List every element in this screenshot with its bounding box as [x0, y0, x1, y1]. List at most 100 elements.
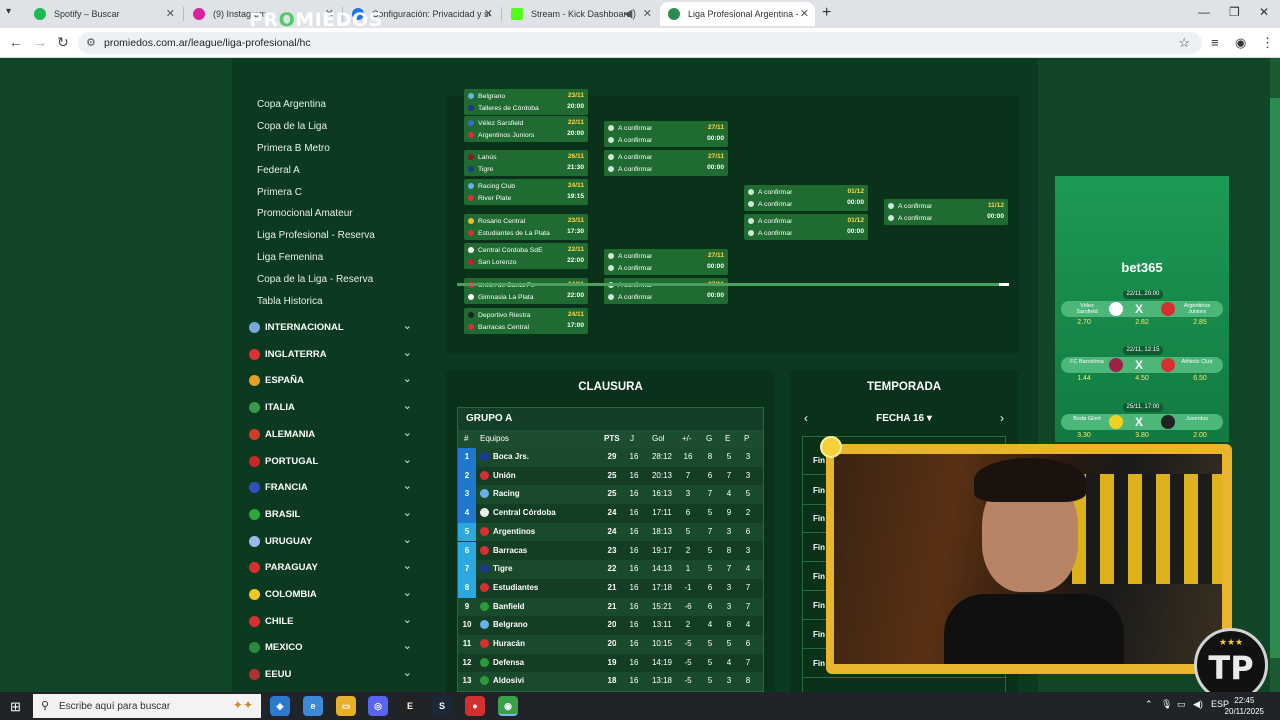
team-name[interactable]: Estudiantes	[493, 583, 538, 592]
sidebar-link[interactable]: Federal A	[257, 165, 375, 187]
sidebar-link[interactable]: Liga Profesional - Reserva	[257, 230, 375, 252]
back-icon[interactable]: ←	[9, 34, 23, 50]
microphone-icon[interactable]: 🎙	[1161, 699, 1172, 710]
country-item[interactable]: INGLATERRA ⌄	[249, 346, 412, 366]
team-name[interactable]: Defensa	[493, 658, 524, 667]
forward-icon[interactable]: →	[33, 34, 47, 50]
bracket-match[interactable]: A confirmarA confirmar27/1100:00	[604, 249, 728, 275]
odd-away[interactable]: 6.50	[1185, 375, 1215, 382]
close-window-icon[interactable]: ✕	[1259, 5, 1269, 19]
team-name[interactable]: Central Córdoba	[493, 508, 556, 517]
reload-icon[interactable]: ↻	[57, 34, 69, 51]
team-name[interactable]: Argentinos	[493, 527, 535, 536]
menu-icon[interactable]: ⋮	[1261, 35, 1274, 51]
file-explorer-icon[interactable]: ▭	[336, 696, 356, 716]
table-row[interactable]: 4 Central Córdoba 24 16 17:11 6 5 9 2	[458, 504, 763, 523]
tab-search-button[interactable]: ▾	[6, 6, 11, 17]
discord-icon[interactable]: ◎	[368, 696, 388, 716]
country-item[interactable]: INTERNACIONAL ⌄	[249, 319, 412, 339]
chevron-right-icon[interactable]: ›	[1000, 411, 1004, 425]
site-logo[interactable]: PROMIEDOS	[249, 9, 383, 31]
sidebar-link[interactable]: Copa de la Liga	[257, 121, 375, 143]
chevron-down-icon[interactable]: ⌄	[403, 426, 412, 439]
chevron-down-icon[interactable]: ⌄	[403, 319, 412, 332]
odds-card[interactable]: 22/11, 12:15 FC Barcelona X Athletic Club 1.…	[1061, 346, 1223, 386]
chrome-icon[interactable]: ◉	[498, 696, 518, 716]
odds-card[interactable]: 25/11, 17:00 Bodø Glimt X Juventus 3.30 3.80 2…	[1061, 403, 1223, 443]
team-name[interactable]: Banfield	[493, 602, 525, 611]
bracket-match[interactable]: Lanús Tigre 26/11 21:30	[464, 150, 588, 176]
chevron-down-icon[interactable]: ⌄	[403, 559, 412, 572]
country-item[interactable]: COLOMBIA ⌄	[249, 586, 412, 606]
team-name[interactable]: Unión	[493, 471, 516, 480]
chevron-down-icon[interactable]: ⌄	[403, 453, 412, 466]
close-tab-icon[interactable]: ✕	[166, 7, 175, 20]
table-row[interactable]: 5 Argentinos 24 16 18:13 5 7 3 6	[458, 522, 763, 542]
odd-away[interactable]: 2.85	[1185, 319, 1215, 326]
bracket-match[interactable]: Belgrano Talleres de Córdoba 23/11 20:00	[464, 89, 588, 115]
chevron-down-icon[interactable]: ⌄	[403, 372, 412, 385]
steam-icon[interactable]: S	[432, 696, 452, 716]
chevron-down-icon[interactable]: ⌄	[403, 479, 412, 492]
scrollbar[interactable]	[1270, 58, 1280, 692]
bracket-match[interactable]: Deportivo Riestra Barracas Central 24/11 17…	[464, 308, 588, 334]
country-item[interactable]: EEUU ⌄	[249, 666, 412, 686]
team-name[interactable]: Racing	[493, 489, 520, 498]
scrollbar-thumb[interactable]	[1270, 98, 1280, 658]
minimize-icon[interactable]: —	[1198, 5, 1210, 19]
profile-icon[interactable]: ◉	[1235, 35, 1246, 51]
sidebar-link[interactable]: Copa Argentina	[257, 99, 375, 121]
restore-icon[interactable]: ❐	[1229, 5, 1240, 19]
bookmark-star-icon[interactable]: ☆	[1178, 35, 1190, 51]
chevron-down-icon[interactable]: ⌄	[403, 533, 412, 546]
bracket-match[interactable]: A confirmarA confirmar27/1100:00	[604, 150, 728, 176]
country-item[interactable]: BRASIL ⌄	[249, 506, 412, 526]
chevron-up-icon[interactable]: ⌃	[1145, 699, 1153, 710]
volume-icon[interactable]: ◀)	[1193, 699, 1203, 710]
bet365-ad[interactable]: bet365 22/11, 20:00 Vélez Sarsfield X Argen…	[1055, 176, 1229, 442]
close-tab-icon[interactable]: ✕	[484, 7, 493, 20]
bracket-match[interactable]: Vélez Sarsfield Argentinos Juniors 22/11 20…	[464, 116, 588, 142]
table-row[interactable]: 6 Barracas 23 16 19:17 2 5 8 3	[458, 541, 763, 561]
table-row[interactable]: 3 Racing 25 16 16:13 3 7 4 5	[458, 485, 763, 505]
sidebar-link[interactable]: Liga Femenina	[257, 252, 375, 274]
country-item[interactable]: ITALIA ⌄	[249, 399, 412, 419]
country-item[interactable]: PORTUGAL ⌄	[249, 453, 412, 473]
url-field[interactable]: ⚙ promiedos.com.ar/league/liga-profesion…	[78, 32, 1202, 54]
country-item[interactable]: MEXICO ⌄	[249, 639, 412, 659]
tab-kick[interactable]: Stream - Kick Dashboard ◀) ✕	[503, 2, 658, 26]
country-item[interactable]: CHILE ⌄	[249, 613, 412, 633]
chevron-down-icon[interactable]: ⌄	[403, 506, 412, 519]
chevron-down-icon[interactable]: ⌄	[403, 399, 412, 412]
sidebar-link[interactable]: Primera C	[257, 187, 375, 209]
odd-draw[interactable]: 4.50	[1127, 375, 1157, 382]
table-row[interactable]: 7 Tigre 22 16 14:13 1 5 7 4	[458, 560, 763, 579]
windows-start-icon[interactable]: ⊞	[10, 699, 21, 715]
reading-list-icon[interactable]: ≡	[1211, 35, 1219, 50]
fecha-dropdown[interactable]: FECHA 16 ▾	[802, 413, 1006, 424]
bracket-match[interactable]: Rosario Central Estudiantes de La Plata 23…	[464, 214, 588, 240]
taskbar-search[interactable]: ⚲ Escribe aquí para buscar ✦✦	[33, 694, 261, 718]
close-tab-icon[interactable]: ✕	[800, 7, 809, 20]
copilot-icon[interactable]: ◆	[270, 696, 290, 716]
site-info-icon[interactable]: ⚙	[86, 36, 96, 49]
bracket-match[interactable]: A confirmarA confirmar27/1100:00	[604, 121, 728, 147]
edge-icon[interactable]: e	[303, 696, 323, 716]
chevron-down-icon[interactable]: ⌄	[403, 586, 412, 599]
country-item[interactable]: ESPAÑA ⌄	[249, 372, 412, 392]
chevron-down-icon[interactable]: ⌄	[403, 666, 412, 679]
odds-card[interactable]: 22/11, 20:00 Vélez Sarsfield X Argentinos J…	[1061, 290, 1223, 330]
sidebar-link[interactable]: Primera B Metro	[257, 143, 375, 165]
table-row[interactable]: 11 Huracán 20 16 10:15 -5 5 5 6	[458, 635, 763, 654]
odd-draw[interactable]: 3.80	[1127, 432, 1157, 439]
tab-spotify[interactable]: Spotify – Buscar ✕	[26, 2, 181, 26]
bracket-match[interactable]: Racing Club River Plate 24/11 19:15	[464, 179, 588, 205]
bracket-match[interactable]: A confirmar A confirmar 01/12 00:00	[744, 185, 868, 211]
table-row[interactable]: 1 Boca Jrs. 29 16 28:12 16 8 5 3	[458, 448, 763, 467]
sidebar-link[interactable]: Promocional Amateur	[257, 208, 375, 230]
bracket-match[interactable]: A confirmarA confirmar27/1100:00	[604, 278, 728, 304]
bracket-match[interactable]: A confirmar A confirmar 11/12 00:00	[884, 199, 1008, 225]
bracket-match[interactable]: A confirmar A confirmar 01/12 00:00	[744, 214, 868, 240]
odd-home[interactable]: 1.44	[1069, 375, 1099, 382]
chevron-down-icon[interactable]: ⌄	[403, 639, 412, 652]
